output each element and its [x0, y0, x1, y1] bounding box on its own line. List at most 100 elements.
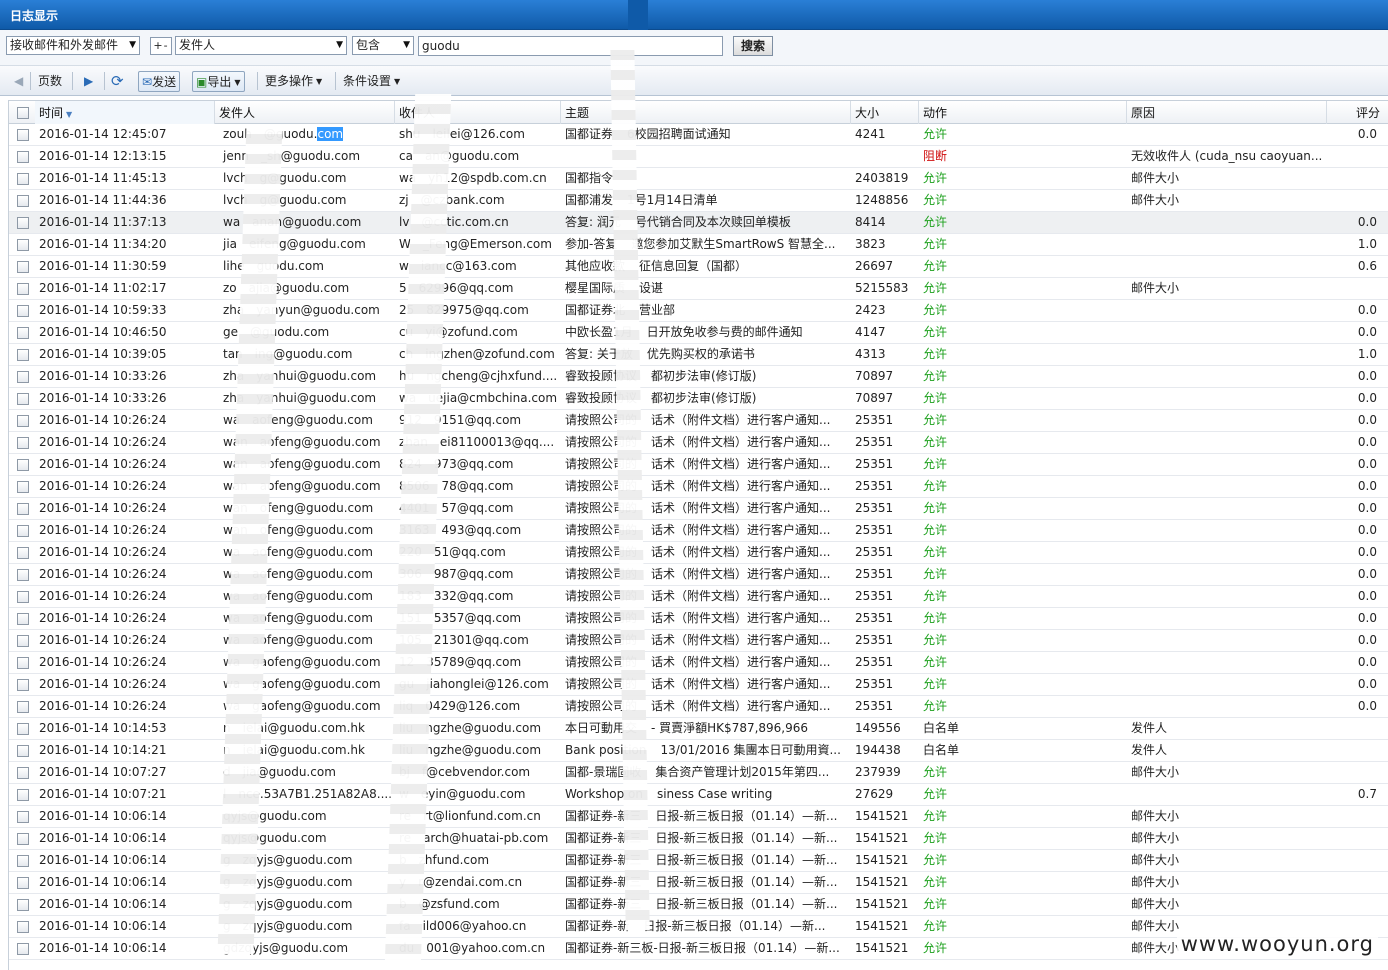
table-row[interactable]: 2016-01-14 10:14:53nielai@guodu.com.hkli…: [9, 718, 1388, 740]
mail-scope-select[interactable]: 接收邮件和外发邮件 ▼: [6, 36, 140, 55]
table-row[interactable]: 2016-01-14 10:07:21lnce.53A7B1.251A82A8.…: [9, 784, 1388, 806]
table-row[interactable]: 2016-01-14 11:02:17 zo ajia@guodu.com 5 6299…: [9, 278, 1388, 300]
column-header-score[interactable]: 评分: [1327, 101, 1388, 124]
next-page-icon[interactable]: ▶: [84, 71, 93, 92]
table-row[interactable]: 2016-01-14 10:26:24waaofeng@guodu.com183…: [9, 586, 1388, 608]
table-row[interactable]: 2016-01-14 10:39:05taning@guodu.comching…: [9, 344, 1388, 366]
column-header-action[interactable]: 动作: [919, 101, 1127, 124]
operator-select[interactable]: 包含 ▼: [352, 36, 414, 55]
subject-part: 国都指令: [565, 171, 614, 185]
cell-size: 4313: [855, 347, 886, 361]
row-checkbox[interactable]: [17, 151, 29, 163]
column-header-subject[interactable]: 主题: [561, 101, 851, 124]
row-checkbox[interactable]: [17, 613, 29, 625]
refresh-icon[interactable]: ⟳: [111, 71, 124, 92]
field-select[interactable]: 发件人 ▼: [175, 36, 347, 55]
row-checkbox[interactable]: [17, 767, 29, 779]
row-checkbox[interactable]: [17, 217, 29, 229]
row-checkbox[interactable]: [17, 129, 29, 141]
row-checkbox[interactable]: [17, 349, 29, 361]
column-header-reason[interactable]: 原因: [1127, 101, 1327, 124]
row-checkbox[interactable]: [17, 635, 29, 647]
prev-page-icon[interactable]: ◀: [14, 71, 23, 92]
row-checkbox[interactable]: [17, 195, 29, 207]
row-checkbox[interactable]: [17, 811, 29, 823]
table-row[interactable]: 2016-01-14 10:26:24wanofeng@guodu.com316…: [9, 520, 1388, 542]
row-checkbox[interactable]: [17, 525, 29, 537]
send-button[interactable]: ✉发送: [138, 71, 181, 92]
table-row[interactable]: 2016-01-14 10:26:24wanaofeng@guodu.comzh…: [9, 432, 1388, 454]
cell-time: 2016-01-14 10:26:24: [39, 479, 167, 493]
condition-settings-menu[interactable]: 条件设置 ▼: [343, 71, 400, 92]
select-all-checkbox[interactable]: [17, 107, 29, 119]
row-checkbox[interactable]: [17, 569, 29, 581]
table-row[interactable]: 2016-01-14 10:26:24waaofeng@guodu.com306…: [9, 564, 1388, 586]
row-checkbox[interactable]: [17, 239, 29, 251]
row-checkbox[interactable]: [17, 283, 29, 295]
more-actions-menu[interactable]: 更多操作 ▼: [265, 71, 322, 92]
row-checkbox[interactable]: [17, 371, 29, 383]
table-row[interactable]: 2016-01-14 10:26:24waaofeng@guodu.com151…: [9, 608, 1388, 630]
cell-time: 2016-01-14 10:26:24: [39, 435, 167, 449]
table-row[interactable]: 2016-01-14 10:26:24wanaofeng@guodu.com82…: [9, 454, 1388, 476]
row-checkbox[interactable]: [17, 327, 29, 339]
table-row[interactable]: 2016-01-14 10:26:24waaofeng@guodu.com220…: [9, 542, 1388, 564]
row-checkbox[interactable]: [17, 877, 29, 889]
sort-desc-icon: ▼: [66, 110, 73, 119]
column-header-time[interactable]: 时间 ▼: [35, 101, 215, 124]
table-row[interactable]: 2016-01-14 10:26:24wagaofeng@guodu.comgu…: [9, 674, 1388, 696]
table-row[interactable]: 2016-01-14 10:26:24waaofeng@guodu.com105…: [9, 630, 1388, 652]
row-checkbox[interactable]: [17, 393, 29, 405]
table-row[interactable]: 2016-01-14 11:45:13 lvch g@guodu.com wa yh12…: [9, 168, 1388, 190]
search-button[interactable]: 搜索: [733, 36, 773, 56]
table-row[interactable]: 2016-01-14 10:33:26zhayanhui@guodu.comwa…: [9, 388, 1388, 410]
table-row[interactable]: 2016-01-14 12:45:07 zouh @guodu.com shu leil…: [9, 124, 1388, 146]
row-checkbox[interactable]: [17, 437, 29, 449]
row-checkbox[interactable]: [17, 745, 29, 757]
table-row[interactable]: 2016-01-14 10:06:14qyjs@guodu.comrearch@…: [9, 828, 1388, 850]
table-row[interactable]: 2016-01-14 10:07:27djia@guodu.combjf@ceb…: [9, 762, 1388, 784]
row-checkbox[interactable]: [17, 547, 29, 559]
row-checkbox[interactable]: [17, 679, 29, 691]
table-row[interactable]: 2016-01-14 10:26:24wagaofeng@guodu.com12…: [9, 652, 1388, 674]
row-checkbox[interactable]: [17, 173, 29, 185]
row-checkbox[interactable]: [17, 481, 29, 493]
export-button[interactable]: ▣导出 ▼: [192, 71, 245, 92]
row-checkbox[interactable]: [17, 855, 29, 867]
table-row[interactable]: 2016-01-14 10:06:14qyjs@guodu.comrert@li…: [9, 806, 1388, 828]
row-checkbox[interactable]: [17, 657, 29, 669]
column-header-from[interactable]: 发件人: [215, 101, 395, 124]
table-row[interactable]: 2016-01-14 10:06:14gzqyjs@guodu.combzhfu…: [9, 850, 1388, 872]
row-checkbox[interactable]: [17, 789, 29, 801]
column-header-size[interactable]: 大小: [851, 101, 919, 124]
table-row[interactable]: 2016-01-14 10:26:24wanofeng@guodu.com440…: [9, 498, 1388, 520]
row-checkbox[interactable]: [17, 261, 29, 273]
table-row[interactable]: 2016-01-14 10:26:24wanaofeng@guodu.com85…: [9, 476, 1388, 498]
table-row[interactable]: 2016-01-14 10:14:21nielai@guodu.com.hkli…: [9, 740, 1388, 762]
table-row[interactable]: 2016-01-14 10:26:24waaofeng@guodu.com912…: [9, 410, 1388, 432]
row-checkbox[interactable]: [17, 415, 29, 427]
table-row[interactable]: 2016-01-14 11:30:59 lihe guodu.com w iancc@1…: [9, 256, 1388, 278]
row-checkbox[interactable]: [17, 899, 29, 911]
table-row[interactable]: 2016-01-14 10:59:33zhayanyun@guodu.com25…: [9, 300, 1388, 322]
row-checkbox[interactable]: [17, 723, 29, 735]
row-checkbox[interactable]: [17, 591, 29, 603]
row-checkbox[interactable]: [17, 833, 29, 845]
table-row[interactable]: 2016-01-14 12:13:15 jenn _sh@guodu.com ca an…: [9, 146, 1388, 168]
row-checkbox[interactable]: [17, 701, 29, 713]
table-row[interactable]: 2016-01-14 10:33:26zhayanhui@guodu.comhu…: [9, 366, 1388, 388]
keyword-input[interactable]: guodu: [418, 36, 723, 56]
table-row[interactable]: 2016-01-14 10:06:14gzqyjs@guodu.comyr@ze…: [9, 872, 1388, 894]
table-row[interactable]: 2016-01-14 11:44:36 lvch g@guodu.com zj @czb…: [9, 190, 1388, 212]
table-row[interactable]: 2016-01-14 11:37:13 wa anan@guodu.com lv @cc…: [9, 212, 1388, 234]
row-checkbox[interactable]: [17, 943, 29, 955]
row-checkbox[interactable]: [17, 305, 29, 317]
row-checkbox[interactable]: [17, 459, 29, 471]
table-row[interactable]: 2016-01-14 10:46:50ge@guodu.comcuyi@zofu…: [9, 322, 1388, 344]
table-row[interactable]: 2016-01-14 10:26:24wagaofeng@guodu.comli…: [9, 696, 1388, 718]
add-remove-condition-button[interactable]: +-: [150, 37, 172, 55]
row-checkbox[interactable]: [17, 921, 29, 933]
table-row[interactable]: 2016-01-14 11:34:20 jia eifeng@guodu.com W _…: [9, 234, 1388, 256]
table-row[interactable]: 2016-01-14 10:06:14gzqyjs@guodu.comb@zsf…: [9, 894, 1388, 916]
row-checkbox[interactable]: [17, 503, 29, 515]
